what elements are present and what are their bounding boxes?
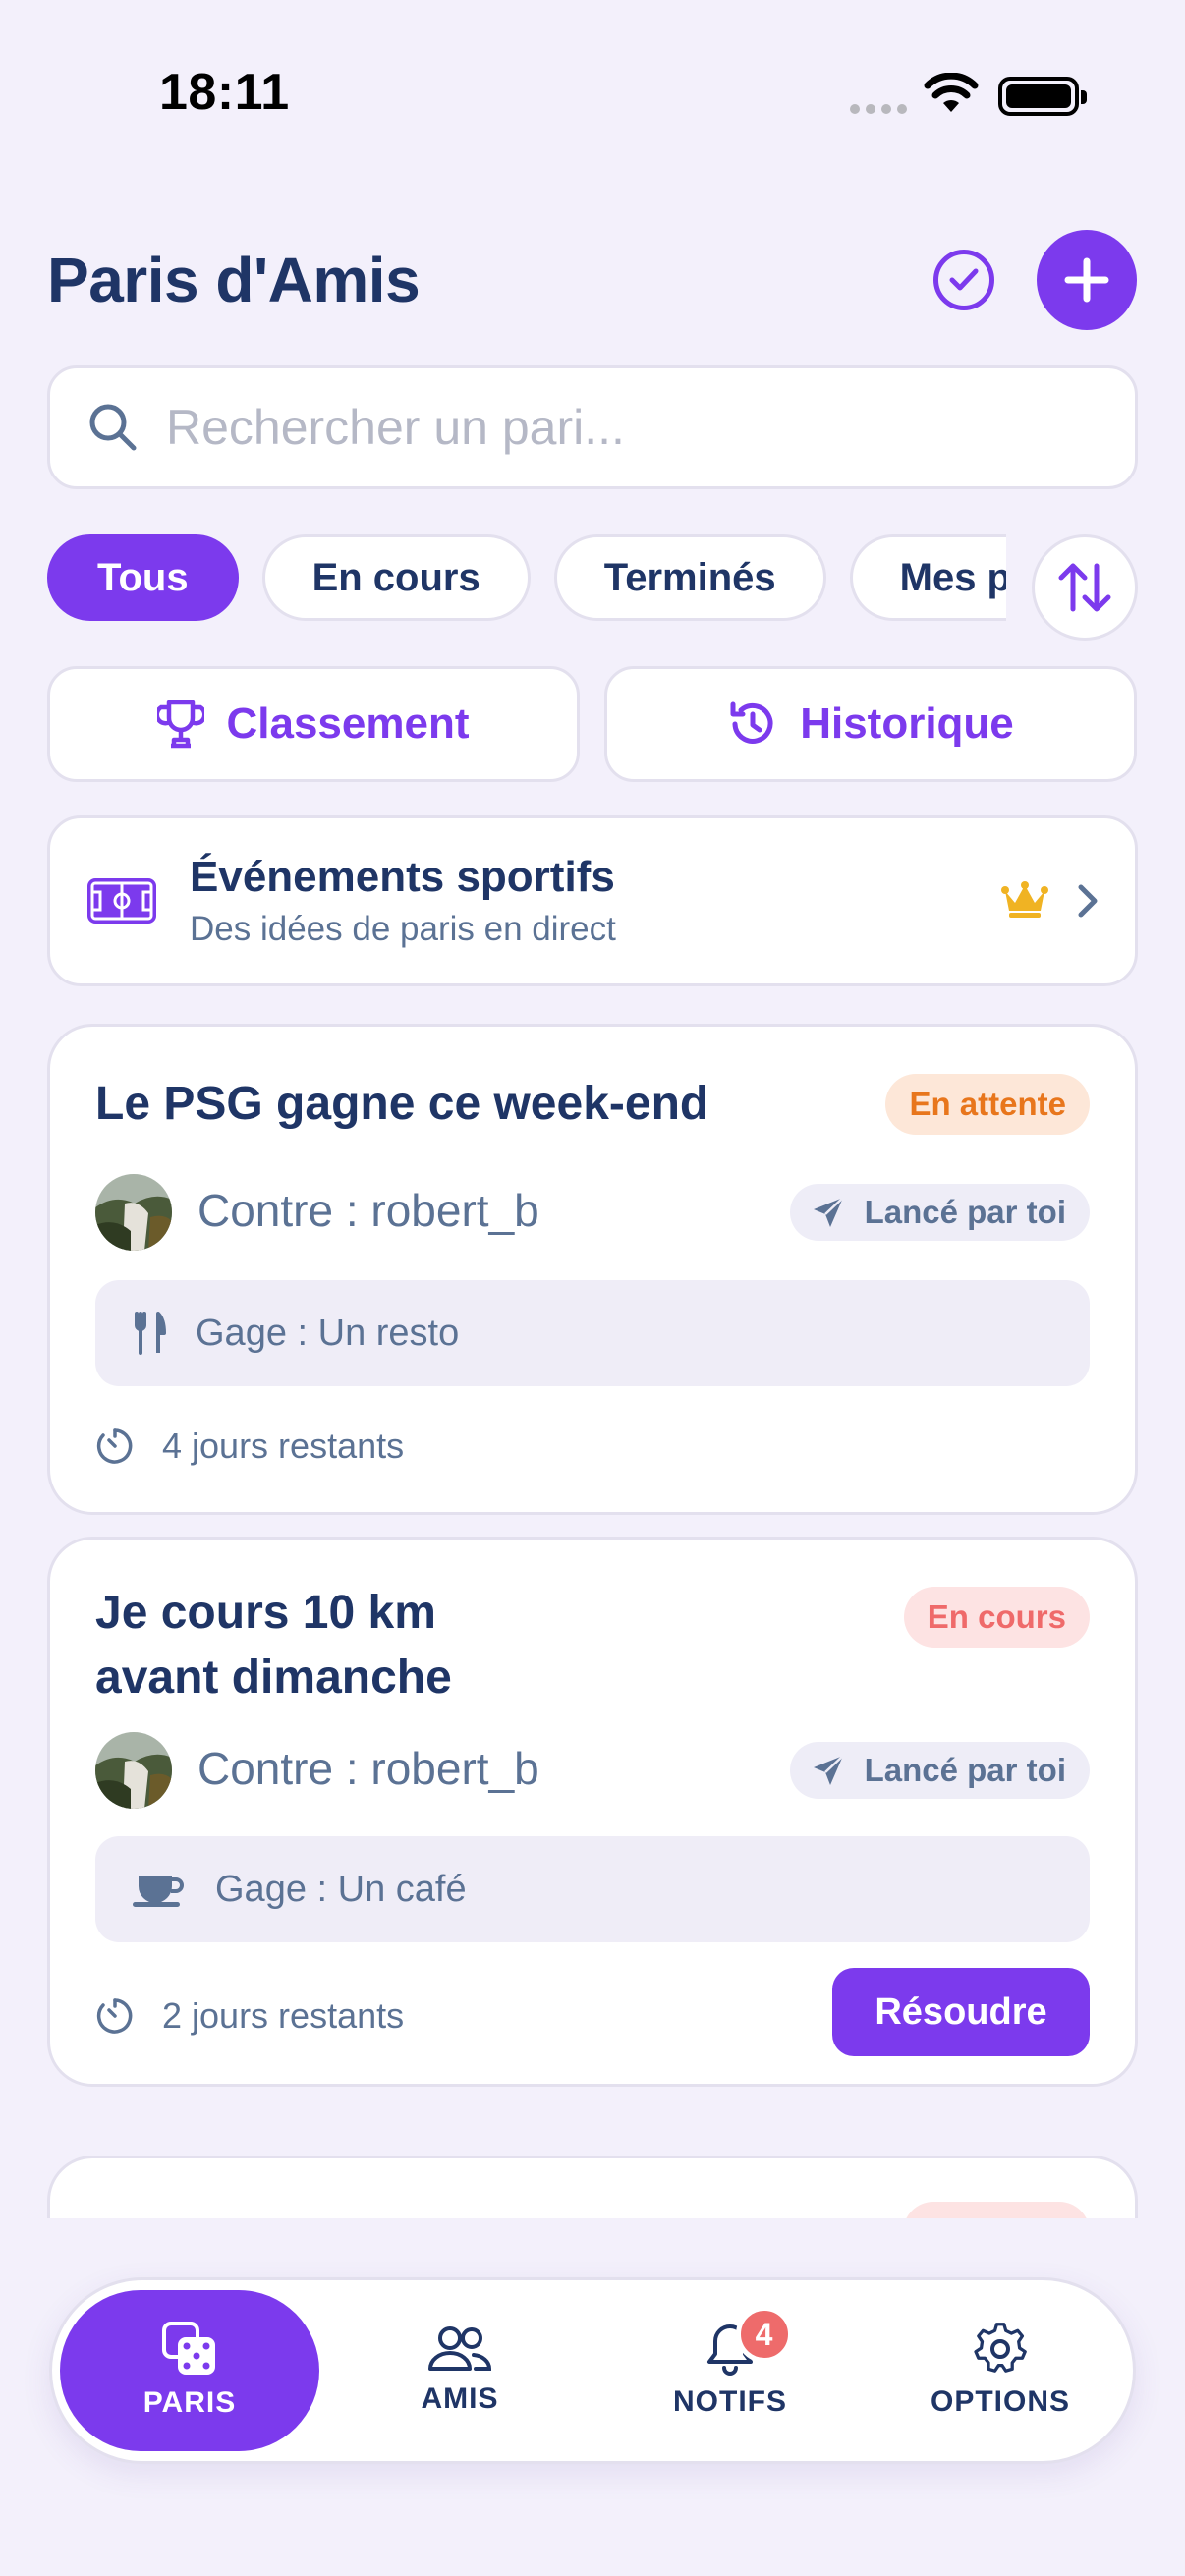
nav-tab-options[interactable]: OPTIONS (912, 2280, 1089, 2461)
sports-events-title: Événements sportifs (190, 853, 615, 901)
time-left: 4 jours restants (95, 1426, 404, 1467)
bet-title: Le PSG gagne ce week-end (95, 1078, 709, 1130)
search-input[interactable] (166, 399, 1050, 456)
avatar (95, 1732, 172, 1809)
signal-icon (850, 104, 907, 114)
bet-card[interactable] (47, 2156, 1138, 2218)
resolve-button[interactable]: Résoudre (832, 1968, 1090, 2056)
status-badge: En attente (885, 1074, 1090, 1135)
check-icon (949, 268, 979, 291)
bet-card[interactable]: Le PSG gagne ce week-end En attente Cont… (47, 1024, 1138, 1515)
status-badge: En cours (903, 1587, 1090, 1648)
football-field-icon (87, 878, 156, 924)
launched-by-badge: Lancé par toi (789, 1742, 1090, 1799)
sports-events-subtitle: Des idées de paris en direct (190, 910, 616, 948)
coffee-cup-icon (133, 1876, 184, 1907)
history-label: Historique (800, 700, 1014, 748)
chevron-right-icon (1078, 884, 1098, 918)
status-badge (903, 2202, 1090, 2218)
nav-label-paris: PARIS (142, 2386, 237, 2419)
sort-button[interactable] (1032, 534, 1138, 641)
crown-icon (1001, 881, 1048, 918)
nav-tab-notifs[interactable]: NOTIFS 4 (642, 2280, 818, 2461)
pledge-box: Gage : Un resto (95, 1280, 1090, 1386)
pledge-label: Gage : Un resto (196, 1312, 460, 1354)
opponent-name: Contre : robert_b (198, 1185, 539, 1236)
plus-icon (1064, 257, 1109, 303)
filter-chip-mes-paris[interactable]: Mes paris (849, 534, 1006, 621)
opponent-name: Contre : robert_b (198, 1743, 539, 1794)
time-left-label: 2 jours restants (162, 1995, 405, 2036)
battery-icon (998, 77, 1087, 116)
status-time: 18:11 (159, 64, 290, 121)
bet-card[interactable]: Je cours 10 km avant dimanche En cours C… (47, 1537, 1138, 2087)
time-left-label: 4 jours restants (162, 1426, 405, 1466)
filter-chip-en-cours[interactable]: En cours (261, 534, 531, 621)
notification-count-badge: 4 (736, 2306, 793, 2363)
timer-icon (96, 1428, 133, 1464)
nav-label-amis: AMIS (421, 2382, 499, 2415)
launched-by-label: Lancé par toi (864, 1752, 1066, 1788)
friends-icon (428, 2326, 492, 2371)
nav-tab-paris[interactable]: PARIS (60, 2290, 319, 2451)
status-bar: 18:11 (0, 0, 1185, 196)
sports-events-text: Événements sportifs Des idées de paris e… (190, 853, 616, 949)
filter-chip-tous[interactable]: Tous (47, 534, 239, 621)
paper-plane-icon (813, 1755, 844, 1785)
bet-title: Je cours 10 km avant dimanche (95, 1587, 452, 1704)
search-box[interactable] (47, 365, 1138, 489)
select-mode-button[interactable] (933, 250, 994, 310)
leaderboard-button[interactable]: Classement (47, 666, 580, 782)
search-icon (89, 404, 137, 451)
launched-by-badge: Lancé par toi (789, 1184, 1090, 1241)
timer-icon (96, 1998, 133, 2034)
history-button[interactable]: Historique (604, 666, 1137, 782)
nav-label-notifs: NOTIFS (673, 2385, 787, 2418)
page-title: Paris d'Amis (47, 245, 421, 315)
dice-icon (162, 2322, 215, 2375)
sports-events-banner[interactable]: Événements sportifs Des idées de paris e… (47, 815, 1138, 986)
avatar (95, 1174, 172, 1251)
sort-arrows-icon (1058, 563, 1111, 612)
add-bet-button[interactable] (1037, 230, 1137, 330)
leaderboard-label: Classement (226, 700, 470, 748)
pledge-label: Gage : Un café (215, 1868, 467, 1910)
paper-plane-icon (813, 1197, 844, 1227)
trophy-icon (157, 700, 205, 749)
launched-by-label: Lancé par toi (864, 1194, 1066, 1230)
fork-knife-icon (135, 1312, 166, 1355)
filter-chips: Tous En cours Terminés Mes paris (47, 534, 1006, 623)
history-icon (730, 701, 773, 744)
time-left: 2 jours restants (95, 1995, 404, 2037)
filter-chip-termines[interactable]: Terminés (553, 534, 826, 621)
bet-list: Le PSG gagne ce week-end En attente Cont… (0, 1018, 1185, 2218)
pledge-box: Gage : Un café (95, 1836, 1090, 1942)
nav-label-options: OPTIONS (930, 2385, 1070, 2418)
nav-tab-amis[interactable]: AMIS (371, 2280, 548, 2461)
bottom-nav: PARIS AMIS NOTIFS 4 OPTIONS (49, 2277, 1136, 2464)
wifi-icon (924, 73, 979, 112)
gear-icon (974, 2323, 1027, 2373)
